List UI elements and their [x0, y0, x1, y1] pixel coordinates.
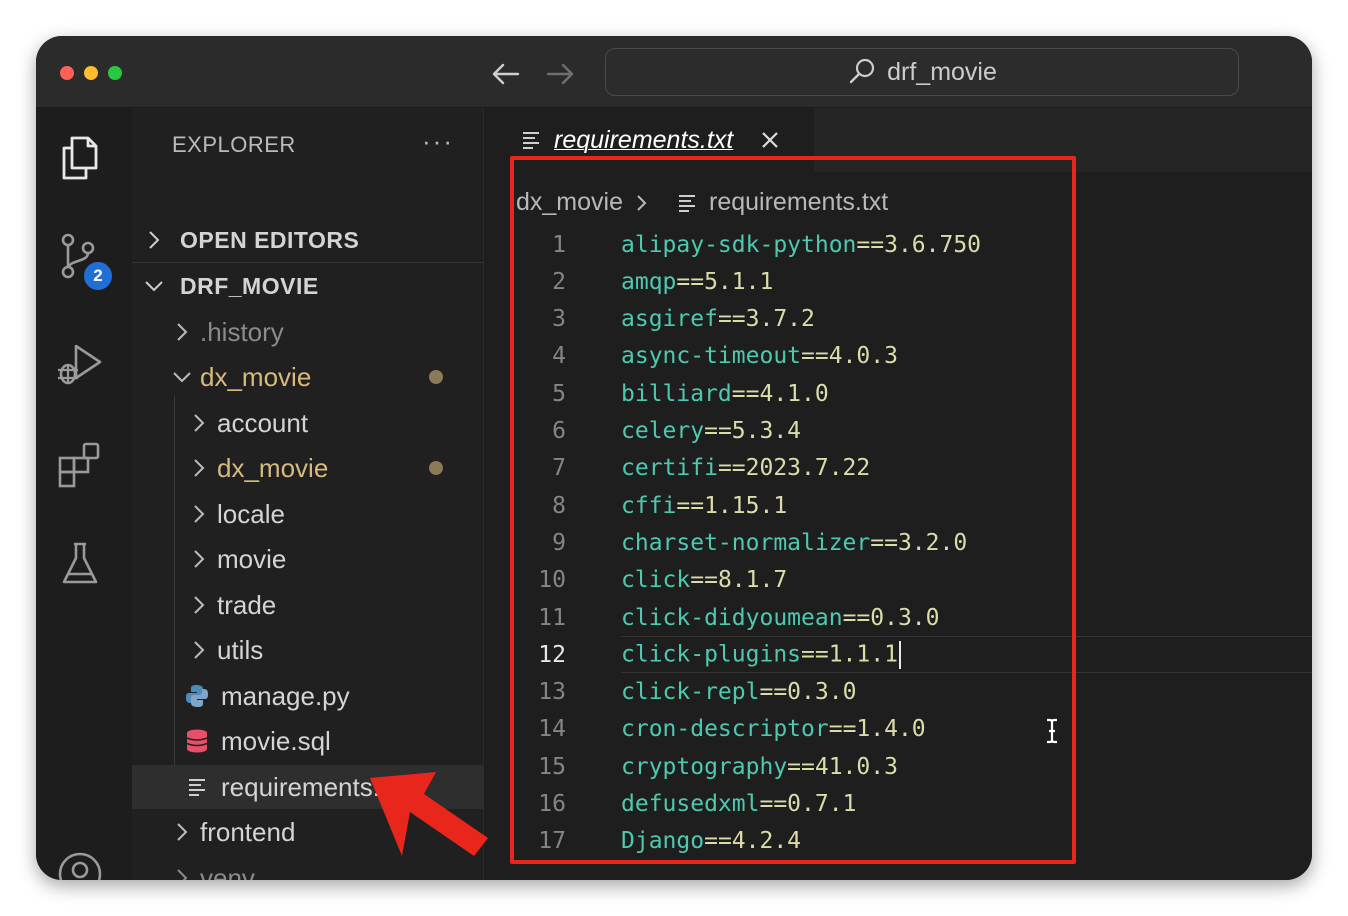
accounts-icon[interactable]: [54, 848, 106, 880]
project-label: DRF_MOVIE: [180, 272, 319, 299]
open-editors-label: OPEN EDITORS: [180, 226, 360, 253]
section-divider: [132, 262, 484, 263]
tree-item-trade[interactable]: trade: [132, 583, 484, 627]
tree-item-label: account: [217, 407, 309, 438]
text-file-icon: [189, 779, 205, 796]
project-section[interactable]: DRF_MOVIE: [132, 264, 484, 308]
tree-item-label: movie: [217, 543, 287, 574]
chevron-right-icon: [194, 505, 205, 523]
annotation-arrow-icon: [370, 772, 488, 856]
tree-item-label: trade: [217, 589, 277, 620]
tree-item-movie[interactable]: movie: [132, 537, 484, 581]
tab-label: requirements.txt: [554, 125, 734, 154]
tree-item-label: .history: [200, 316, 284, 347]
tree-item-utils[interactable]: utils: [132, 628, 484, 672]
chevron-right-icon: [194, 596, 205, 614]
text-file-icon: [523, 132, 539, 149]
chevron-right-icon: [194, 414, 205, 432]
command-center-search[interactable]: drf_movie: [605, 48, 1239, 96]
python-icon: [186, 685, 208, 707]
close-window-button[interactable]: [60, 66, 74, 80]
chevron-right-icon: [194, 550, 205, 568]
tree-item-label: dx_movie: [200, 361, 312, 392]
database-icon: [186, 729, 208, 753]
minimize-window-button[interactable]: [84, 66, 98, 80]
run-debug-icon[interactable]: [54, 338, 106, 390]
chevron-right-icon: [194, 641, 205, 659]
search-icon: [849, 58, 875, 84]
chevron-down-icon: [173, 372, 191, 383]
back-arrow-icon[interactable]: [488, 56, 524, 92]
modified-dot-icon: [429, 370, 443, 384]
tree-item-dx-movie-root[interactable]: dx_movie: [132, 355, 484, 399]
tree-item-account[interactable]: account: [132, 401, 484, 445]
tree-item-dx-movie-inner[interactable]: dx_movie: [132, 446, 484, 490]
more-actions-icon[interactable]: ···: [422, 126, 454, 157]
explorer-icon[interactable]: [54, 130, 106, 182]
chevron-down-icon: [145, 281, 163, 292]
zoom-window-button[interactable]: [108, 66, 122, 80]
tree-item-label: movie.sql: [221, 725, 331, 756]
testing-icon[interactable]: [54, 538, 106, 590]
activity-bar: 2: [36, 108, 132, 880]
chevron-right-icon: [149, 231, 160, 249]
extensions-icon[interactable]: [54, 438, 106, 490]
tree-item-label: dx_movie: [217, 452, 329, 483]
forward-arrow-icon[interactable]: [542, 56, 578, 92]
title-bar: drf_movie: [36, 36, 1312, 108]
chevron-right-icon: [177, 323, 188, 341]
tree-item-history[interactable]: .history: [132, 310, 484, 354]
explorer-title: EXPLORER: [172, 132, 296, 157]
modified-dot-icon: [429, 461, 443, 475]
chevron-right-icon: [177, 823, 188, 841]
tree-item-label: utils: [217, 634, 264, 665]
chevron-right-icon: [194, 459, 205, 477]
tree-item-label: venv: [200, 862, 255, 881]
tree-item-label: frontend: [200, 816, 296, 847]
source-control-badge: 2: [82, 260, 114, 292]
tree-item-label: locale: [217, 498, 285, 529]
annotation-highlight-box: [510, 156, 1076, 864]
tree-item-label: manage.py: [221, 680, 350, 711]
chevron-right-icon: [177, 869, 188, 880]
close-icon[interactable]: [759, 129, 781, 151]
open-editors-section[interactable]: OPEN EDITORS: [132, 218, 484, 262]
tree-item-manage-py[interactable]: manage.py: [132, 674, 484, 718]
search-text: drf_movie: [887, 57, 997, 86]
tree-item-locale[interactable]: locale: [132, 492, 484, 536]
tree-item-movie-sql[interactable]: movie.sql: [132, 719, 484, 763]
